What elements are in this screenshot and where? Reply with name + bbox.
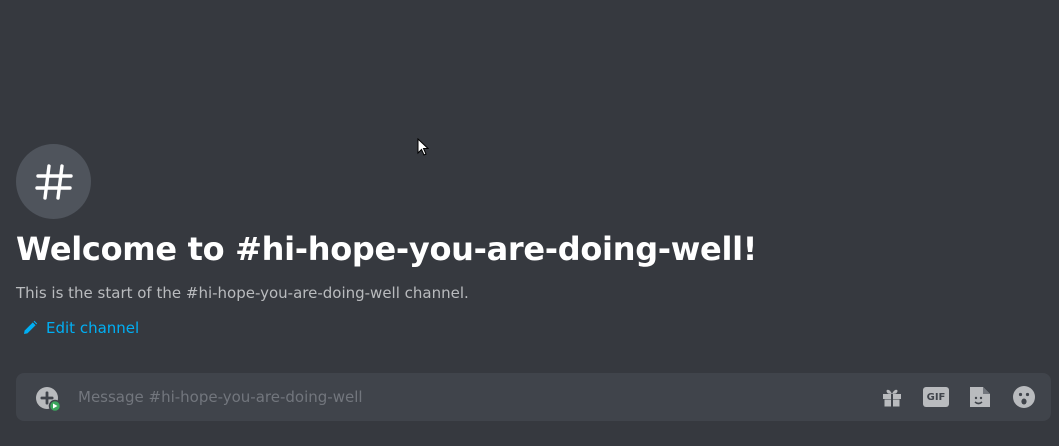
welcome-subtitle: This is the start of the #hi-hope-you-ar… (16, 284, 469, 302)
add-attachment-button[interactable] (35, 386, 62, 413)
add-attachment-icon (36, 387, 62, 413)
edit-channel-button[interactable]: Edit channel (22, 319, 139, 337)
hashtag-icon (34, 163, 73, 200)
gift-button[interactable] (879, 385, 905, 409)
gif-button[interactable]: GIF (923, 385, 949, 409)
gift-icon (883, 389, 901, 407)
message-composer: GIF (16, 373, 1051, 421)
mouse-cursor-icon (417, 138, 429, 156)
composer-tools: GIF (879, 385, 1037, 409)
message-input[interactable] (78, 373, 858, 421)
channel-avatar (16, 144, 91, 219)
emoji-icon (1013, 386, 1035, 408)
sticker-icon (970, 387, 990, 407)
edit-channel-label: Edit channel (46, 319, 140, 337)
pencil-icon (24, 320, 38, 334)
welcome-title: Welcome to #hi-hope-you-are-doing-well! (16, 230, 758, 268)
sticker-button[interactable] (967, 385, 993, 409)
emoji-button[interactable] (1011, 385, 1037, 409)
gif-icon: GIF (923, 387, 949, 407)
chat-area: Welcome to #hi-hope-you-are-doing-well! … (0, 0, 1059, 446)
